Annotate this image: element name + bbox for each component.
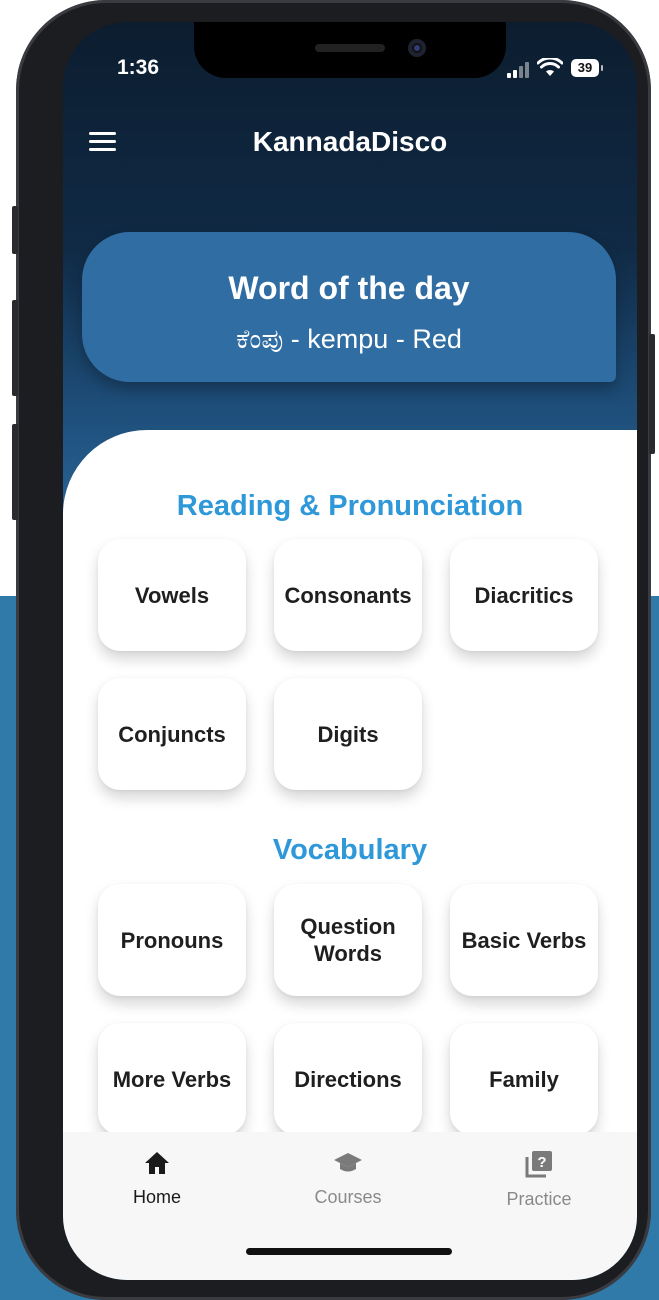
app-screen: 1:36 39 KannadaDisco Word of the day ಕೆಂ… — [63, 22, 637, 1280]
status-time: 1:36 — [117, 56, 160, 79]
volume-down-button — [12, 424, 18, 520]
tile-diacritics[interactable]: Diacritics — [450, 539, 598, 651]
power-button — [649, 334, 655, 454]
tab-practice-label: Practice — [506, 1189, 572, 1209]
tile-pronouns[interactable]: Pronouns — [98, 884, 246, 996]
tile-more-verbs[interactable]: More Verbs — [98, 1023, 246, 1135]
svg-text:?: ? — [537, 1154, 546, 1171]
graduation-cap-icon — [334, 1153, 362, 1172]
notch — [194, 22, 506, 78]
wifi-icon — [537, 58, 563, 76]
tile-family[interactable]: Family — [450, 1023, 598, 1135]
section-title-reading: Reading & Pronunciation — [176, 490, 524, 522]
home-icon — [145, 1152, 169, 1174]
tile-question-words[interactable]: Question Words — [274, 884, 422, 996]
tile-directions[interactable]: Directions — [274, 1023, 422, 1135]
battery-indicator: 39 — [571, 59, 603, 77]
tab-courses-label: Courses — [314, 1187, 382, 1207]
tab-home[interactable]: Home — [87, 1150, 227, 1208]
volume-up-button — [12, 300, 18, 396]
tile-consonants[interactable]: Consonants — [274, 539, 422, 651]
speaker — [315, 44, 385, 52]
tile-vowels[interactable]: Vowels — [98, 539, 246, 651]
content-panel: Reading & Pronunciation Vowels Consonant… — [63, 430, 637, 1150]
tile-digits[interactable]: Digits — [274, 678, 422, 790]
home-indicator — [246, 1248, 452, 1255]
word-of-the-day-word: ಕೆಂಪು - kempu - Red — [236, 324, 462, 354]
mute-switch — [12, 206, 18, 254]
bottom-tab-bar: Home Courses ? Practice — [63, 1132, 637, 1280]
tab-practice[interactable]: ? Practice — [469, 1150, 609, 1210]
section-title-vocabulary: Vocabulary — [272, 834, 428, 866]
question-box-icon: ? — [525, 1151, 552, 1178]
front-camera — [408, 39, 426, 57]
phone-frame: 1:36 39 KannadaDisco Word of the day ಕೆಂ… — [12, 0, 655, 1300]
tile-conjuncts[interactable]: Conjuncts — [98, 678, 246, 790]
tab-home-label: Home — [132, 1187, 181, 1207]
word-of-the-day-title: Word of the day — [228, 270, 470, 306]
tile-basic-verbs[interactable]: Basic Verbs — [450, 884, 598, 996]
word-of-the-day-card[interactable]: Word of the day ಕೆಂಪು - kempu - Red — [82, 232, 616, 382]
tab-courses[interactable]: Courses — [278, 1150, 418, 1208]
app-title: KannadaDisco — [252, 126, 448, 157]
cellular-signal-icon — [507, 62, 529, 78]
